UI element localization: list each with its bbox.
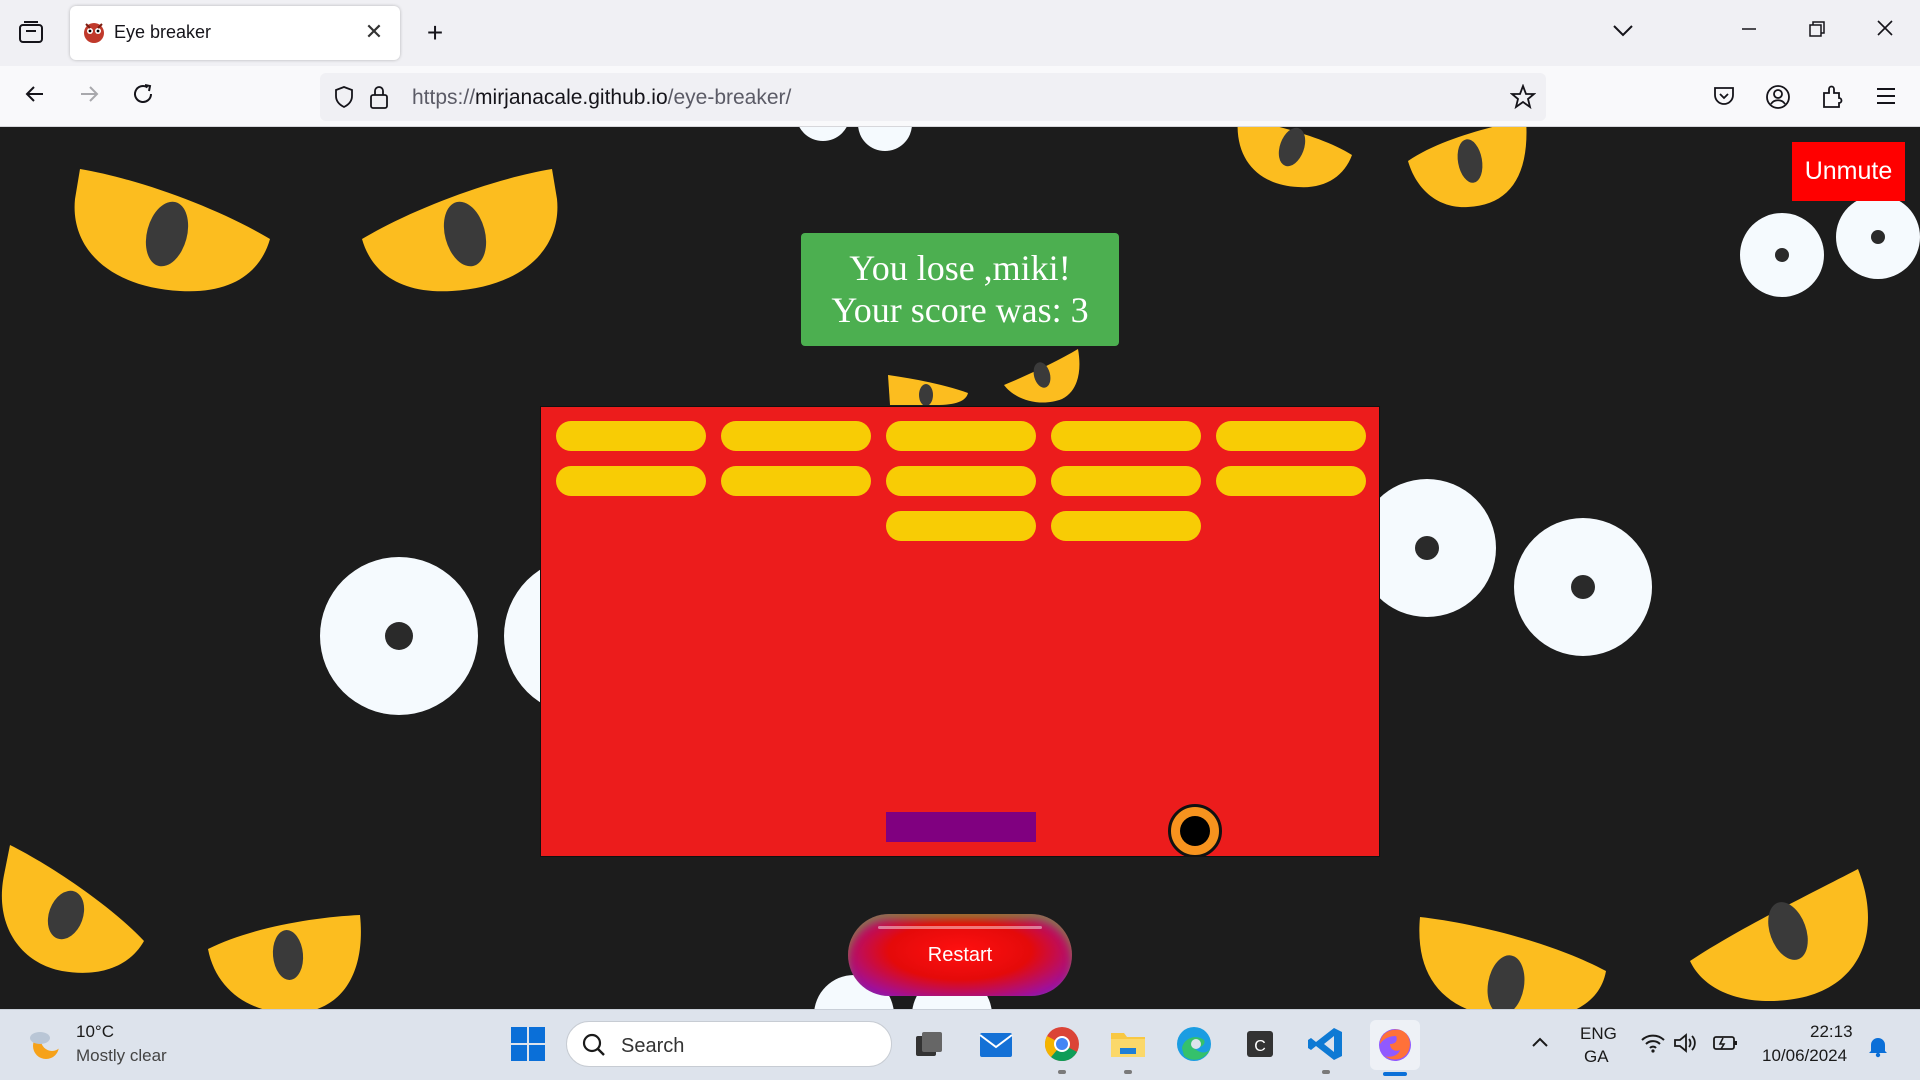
brick: [1051, 511, 1201, 541]
running-indicator: [1322, 1070, 1330, 1074]
tab-overview-icon[interactable]: [16, 20, 46, 46]
white-eye: [796, 127, 850, 141]
brick: [721, 421, 871, 451]
yellow-eye: [1419, 917, 1606, 1009]
start-icon[interactable]: [508, 1024, 548, 1064]
brick: [556, 466, 706, 496]
button-shine: [878, 926, 1042, 929]
brick: [1051, 466, 1201, 496]
star-icon[interactable]: [1509, 83, 1537, 115]
firefox-icon[interactable]: [1370, 1020, 1420, 1070]
tab-bar: Eye breaker ✕ +: [0, 0, 1920, 66]
notification-bell-icon[interactable]: [1866, 1034, 1890, 1063]
yellow-eye: [1004, 349, 1080, 403]
yellow-eye: [74, 169, 271, 292]
edge-icon[interactable]: [1174, 1024, 1214, 1064]
brick: [1216, 421, 1366, 451]
battery-icon[interactable]: [1710, 1032, 1738, 1059]
brick: [886, 421, 1036, 451]
close-icon[interactable]: ✕: [360, 18, 388, 46]
brick: [721, 466, 871, 496]
task-view-icon[interactable]: [908, 1024, 948, 1064]
shield-icon[interactable]: [332, 85, 356, 114]
restore-icon[interactable]: [1802, 18, 1832, 48]
running-indicator: [1058, 1070, 1066, 1074]
file-explorer-icon[interactable]: [1108, 1024, 1148, 1064]
clock-time[interactable]: 22:13: [1810, 1022, 1853, 1042]
search-icon: [581, 1032, 607, 1063]
taskbar: 10°C Mostly clear Search C ENG GA 22:13 …: [0, 1009, 1920, 1080]
yellow-eye: [1237, 127, 1352, 188]
tab-eye-breaker[interactable]: Eye breaker ✕: [70, 6, 400, 60]
lose-message-text: You lose ,miki!: [849, 248, 1071, 288]
lock-icon[interactable]: [368, 84, 390, 115]
volume-icon[interactable]: [1672, 1032, 1698, 1059]
paddle[interactable]: [886, 812, 1036, 842]
account-icon[interactable]: [1764, 84, 1792, 112]
url-bar[interactable]: https://mirjanacale.github.io/eye-breake…: [320, 73, 1546, 121]
ball: [1168, 804, 1222, 856]
running-indicator: [1383, 1072, 1407, 1076]
restart-button[interactable]: Restart: [848, 914, 1072, 996]
ccleaner-icon[interactable]: C: [1240, 1024, 1280, 1064]
pocket-icon[interactable]: [1710, 84, 1738, 112]
unmute-button[interactable]: Unmute: [1792, 142, 1905, 201]
white-eye: [858, 127, 912, 151]
chevron-up-icon[interactable]: [1530, 1034, 1550, 1055]
yellow-eye: [362, 169, 558, 292]
yellow-eye: [1408, 127, 1527, 208]
language-code[interactable]: ENG: [1580, 1024, 1617, 1044]
vscode-icon[interactable]: [1306, 1024, 1346, 1064]
yellow-eye: [1690, 869, 1868, 1002]
search-placeholder: Search: [621, 1035, 685, 1057]
running-indicator: [1124, 1070, 1132, 1074]
white-eye: [1514, 518, 1652, 656]
game-board[interactable]: [540, 406, 1380, 857]
brick: [886, 511, 1036, 541]
forward-icon[interactable]: [74, 82, 104, 112]
favicon-icon: [82, 20, 106, 44]
white-eye: [1836, 195, 1920, 279]
minimize-icon[interactable]: [1734, 18, 1764, 48]
restart-label: Restart: [927, 944, 993, 966]
brick: [1051, 421, 1201, 451]
back-icon[interactable]: [20, 82, 50, 112]
menu-icon[interactable]: [1872, 84, 1900, 112]
close-window-icon[interactable]: [1870, 18, 1900, 48]
extensions-icon[interactable]: [1818, 84, 1846, 112]
url-text[interactable]: https://mirjanacale.github.io/eye-breake…: [412, 86, 791, 110]
clock-date[interactable]: 10/06/2024: [1762, 1046, 1847, 1066]
reload-icon[interactable]: [128, 82, 158, 112]
white-eye: [320, 557, 478, 715]
svg-text:C: C: [1254, 1038, 1266, 1055]
yellow-eye: [1, 845, 145, 973]
score-text: Your score was: 3: [831, 290, 1089, 330]
tab-title: Eye breaker: [114, 22, 212, 42]
search-box[interactable]: Search: [566, 1021, 892, 1067]
plus-icon[interactable]: +: [420, 17, 450, 48]
brick: [886, 466, 1036, 496]
keyboard-layout[interactable]: GA: [1584, 1047, 1609, 1067]
weather-icon[interactable]: [26, 1026, 64, 1067]
chevron-down-icon[interactable]: [1608, 18, 1638, 48]
brick: [1216, 466, 1366, 496]
chrome-icon[interactable]: [1042, 1024, 1082, 1064]
yellow-eye: [208, 915, 361, 1009]
game-over-message: You lose ,miki! Your score was: 3: [801, 233, 1119, 346]
mail-icon[interactable]: [976, 1024, 1016, 1064]
wifi-icon[interactable]: [1640, 1032, 1666, 1059]
brick: [556, 421, 706, 451]
weather-temp[interactable]: 10°C: [76, 1022, 114, 1042]
weather-desc[interactable]: Mostly clear: [76, 1046, 167, 1066]
yellow-eye: [888, 375, 968, 405]
white-eye: [1740, 213, 1824, 297]
